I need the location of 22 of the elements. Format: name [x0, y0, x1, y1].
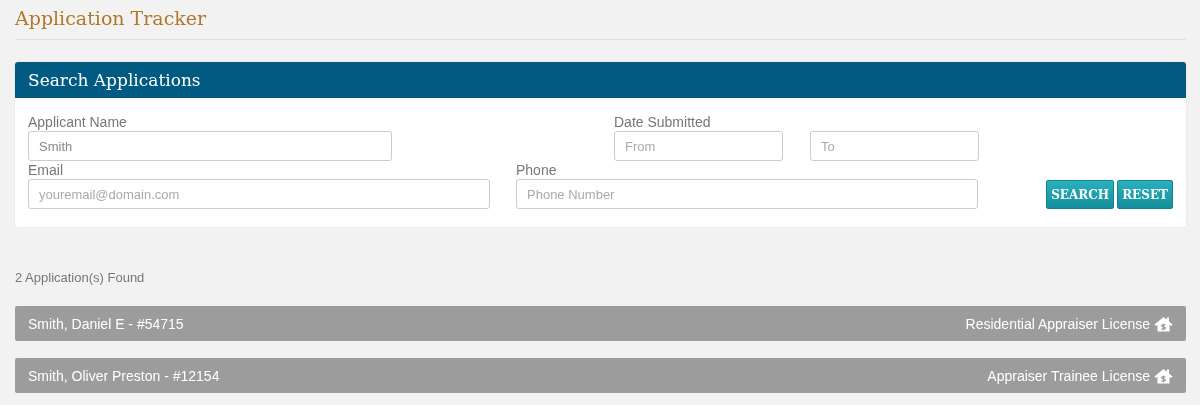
house-icon	[1154, 315, 1173, 332]
application-row[interactable]: Smith, Daniel E - #54715 Residential Appraiser License	[15, 306, 1186, 341]
reset-button[interactable]: RESET	[1117, 180, 1173, 209]
search-button[interactable]: SEARCH	[1046, 180, 1115, 209]
application-row[interactable]: Smith, Oliver Preston - #12154 Appraiser Trainee License	[15, 358, 1186, 393]
applicant-name: Smith, Daniel E - #54715	[28, 315, 184, 332]
field-label: Applicant Name	[28, 113, 128, 131]
page-title: Application Tracker	[15, 6, 208, 31]
field-label: Email	[28, 161, 64, 179]
results-count: 2 Application(s) Found	[15, 270, 146, 285]
field-label: Date Submitted	[614, 113, 712, 131]
license-type: Residential Appraiser License	[965, 315, 1150, 332]
applicant-name-field[interactable]: Smith	[28, 131, 392, 161]
phone-field[interactable]: Phone Number	[516, 179, 978, 209]
panel-header: Search Applications	[15, 62, 1186, 98]
house-icon	[1154, 367, 1173, 384]
email-field[interactable]: youremail@domain.com	[28, 179, 490, 209]
date-to-field[interactable]: To	[810, 131, 979, 161]
applicant-name: Smith, Oliver Preston - #12154	[28, 367, 220, 384]
date-from-field[interactable]: From	[614, 131, 783, 161]
license-type: Appraiser Trainee License	[987, 367, 1150, 384]
field-label: Phone	[516, 161, 558, 179]
